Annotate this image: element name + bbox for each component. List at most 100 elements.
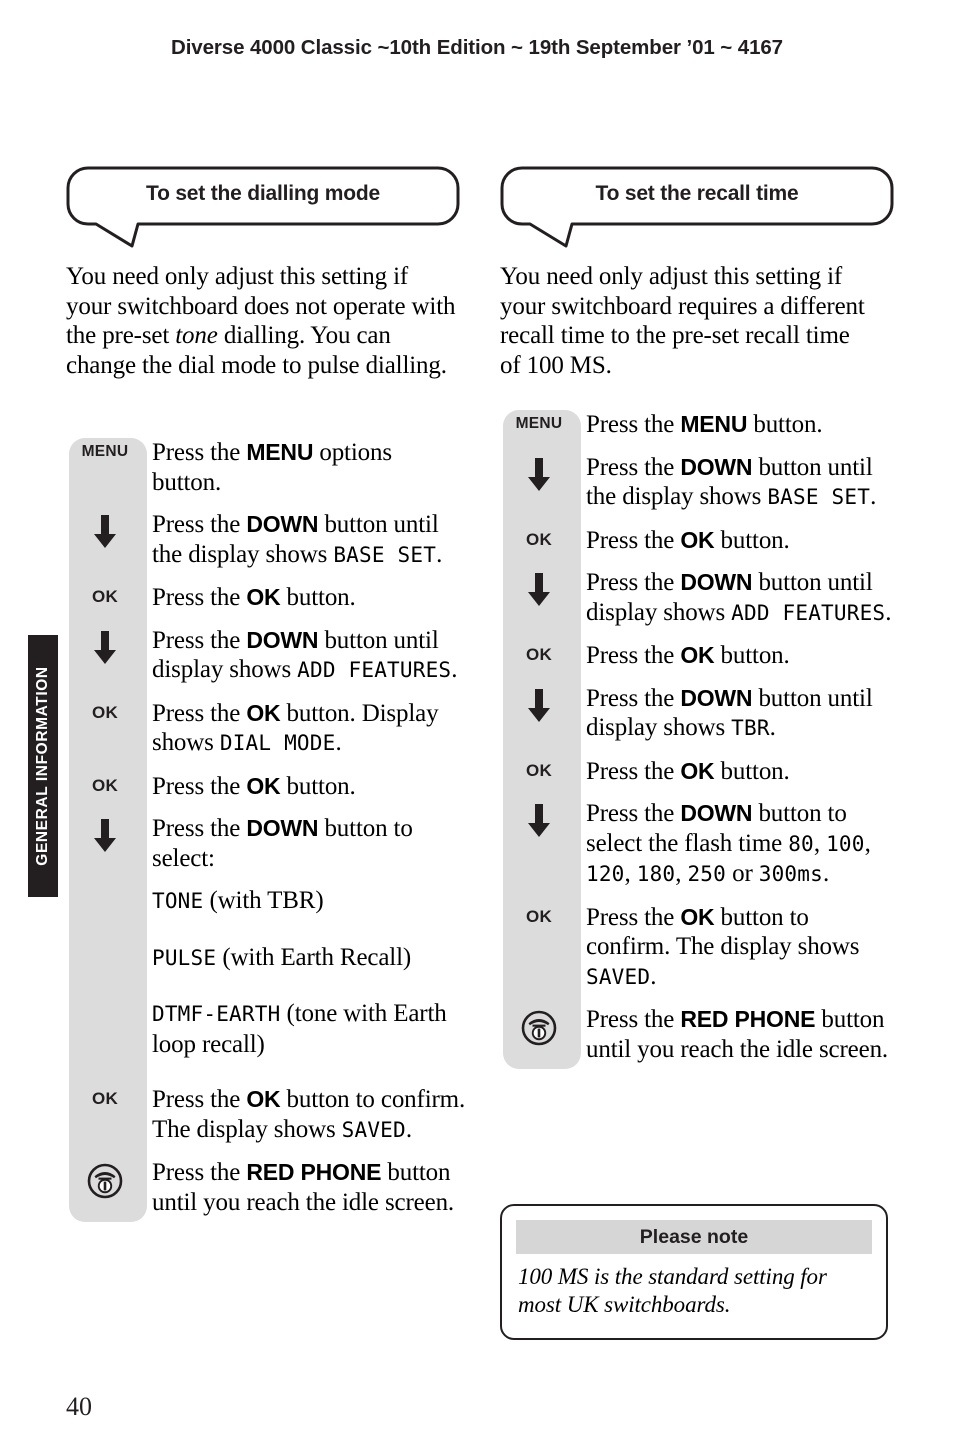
heading-bubble-label: To set the dialling mode — [146, 182, 380, 205]
instruction-step: OK Press the OK button to confirm. The di… — [66, 1085, 466, 1158]
button-name-emphasis: DOWN — [246, 815, 319, 841]
instruction-step: Press the DOWN button until the display … — [66, 510, 466, 583]
step-instruction-text: Press the DOWN button until display show… — [578, 568, 896, 641]
step-instruction-text: Press the DOWN button until display show… — [578, 684, 896, 757]
down-arrow-icon[interactable] — [526, 688, 552, 723]
instruction-step: Press the RED PHONE button until you rea… — [66, 1158, 466, 1230]
dial-mode-option: DTMF-EARTH (tone with Earth loop recall) — [152, 986, 466, 1072]
button-name-emphasis: OK — [680, 757, 715, 784]
step-text-run: or — [726, 860, 759, 887]
step-button-cell: OK — [500, 641, 578, 665]
button-name-emphasis: MENU — [246, 439, 314, 465]
instruction-step: Press the DOWN button until display show… — [66, 626, 466, 699]
instruction-step: OK Press the OK button. — [500, 526, 896, 569]
step-instruction-text: Press the OK button. — [578, 526, 896, 569]
ok-button-icon[interactable]: OK — [92, 1090, 118, 1109]
down-arrow-icon[interactable] — [526, 573, 552, 607]
heading-bubble-dialling-mode: To set the dialling mode — [66, 166, 460, 250]
heading-bubble-recall-time: To set the recall time — [500, 166, 894, 250]
step-text-run: button. — [747, 411, 823, 438]
down-arrow-icon[interactable] — [92, 819, 118, 853]
step-instruction-text: Press the MENU options button. — [144, 438, 466, 510]
button-name-emphasis: RED PHONE — [680, 1006, 816, 1032]
menu-button-icon-label: MENU — [81, 443, 129, 460]
instruction-step: Press the DOWN button until the display … — [500, 453, 896, 526]
button-name-emphasis: DOWN — [680, 684, 753, 711]
menu-button-icon[interactable]: MENU — [516, 415, 563, 433]
step-text-run: button. — [714, 526, 790, 554]
lcd-display-text: SAVED — [341, 1117, 406, 1142]
step-text-run: . — [885, 598, 892, 626]
intro-paragraph-left: You need only adjust this setting if you… — [66, 262, 458, 380]
ok-button-icon[interactable]: OK — [92, 588, 118, 607]
step-text-run: Press the — [586, 453, 681, 481]
step-text-run: Press the — [152, 772, 247, 800]
lcd-display-text: 180 — [636, 862, 676, 886]
step-button-cell — [500, 453, 578, 492]
step-button-cell: OK — [500, 526, 578, 550]
down-arrow-glyph — [528, 688, 550, 722]
step-button-cell: OK — [500, 757, 578, 781]
ok-button-icon[interactable]: OK — [92, 704, 118, 723]
instruction-step: Press the RED PHONE button until you rea… — [500, 1005, 896, 1077]
step-button-cell: OK — [66, 772, 144, 796]
step-list-recall-time: MENU Press the MENU button. Press the DOWN… — [500, 410, 896, 1077]
dial-mode-option: PULSE (with Earth Recall) — [152, 930, 466, 987]
button-name-emphasis: OK — [680, 642, 715, 668]
menu-button-icon-label: MENU — [515, 415, 563, 432]
ok-button-icon-label: OK — [525, 529, 553, 549]
red-phone-glyph — [87, 1163, 123, 1199]
ok-button-icon-label: OK — [91, 775, 119, 795]
step-instruction-text: Press the DOWN button to select: TONE (wi… — [144, 814, 466, 1085]
lcd-display-text: BASE SET — [333, 542, 437, 567]
ok-button-icon[interactable]: OK — [526, 646, 552, 665]
ok-button-icon[interactable]: OK — [526, 531, 552, 550]
red-phone-button-icon[interactable] — [521, 1010, 557, 1046]
step-text-run: Press the — [152, 626, 247, 654]
dial-mode-option-description: (with Earth Recall) — [216, 943, 412, 971]
step-button-cell: OK — [66, 1085, 144, 1109]
step-text-run: Press the — [152, 584, 247, 611]
step-instruction-text: Press the OK button. — [144, 772, 466, 815]
down-arrow-icon[interactable] — [526, 457, 552, 492]
step-text-run: . — [822, 860, 830, 887]
instruction-step: Press the DOWN button to select: TONE (wi… — [66, 814, 466, 1085]
down-arrow-icon[interactable] — [92, 630, 118, 665]
down-arrow-glyph — [528, 573, 550, 606]
instruction-step: OK Press the OK button. — [66, 772, 466, 815]
ok-button-icon[interactable]: OK — [526, 762, 552, 781]
instruction-step: Press the DOWN button until display show… — [500, 568, 896, 641]
ok-button-icon-label: OK — [525, 906, 553, 926]
lcd-display-text: BASE SET — [767, 485, 871, 509]
lcd-display-text: 250 — [687, 862, 726, 886]
down-arrow-glyph — [94, 819, 116, 852]
step-button-cell: MENU — [500, 410, 578, 433]
page-number: 40 — [66, 1392, 92, 1421]
step-instruction-text: Press the OK button. Display shows DIAL … — [144, 699, 466, 772]
down-arrow-icon[interactable] — [526, 804, 552, 838]
ok-button-icon[interactable]: OK — [526, 908, 552, 927]
step-instruction-text: Press the DOWN button to select the flas… — [578, 799, 896, 903]
ok-button-icon[interactable]: OK — [92, 777, 118, 796]
lcd-display-text: TBR — [731, 716, 770, 740]
please-note-title: Please note — [516, 1220, 872, 1254]
step-text-run: . — [405, 1115, 412, 1143]
down-arrow-icon[interactable] — [92, 515, 118, 549]
red-phone-button-icon[interactable] — [87, 1163, 123, 1199]
step-instruction-text: Press the DOWN button until display show… — [144, 626, 466, 699]
step-instruction-text: Press the MENU button. — [578, 410, 896, 453]
lcd-display-text: 300ms — [758, 862, 823, 886]
menu-button-icon[interactable]: MENU — [82, 443, 129, 461]
step-text-run: Press the — [152, 1086, 247, 1113]
intro-text-part1: You need only adjust this setting if you… — [500, 263, 865, 379]
heading-bubble-label: To set the recall time — [595, 182, 799, 205]
ok-button-icon-label: OK — [91, 702, 119, 722]
step-list-dialling-mode: MENU Press the MENU options button. Press … — [66, 438, 466, 1230]
button-name-emphasis: DOWN — [680, 569, 753, 595]
instruction-step: OK Press the OK button to confirm. The di… — [500, 903, 896, 1006]
step-instruction-text: Press the RED PHONE button until you rea… — [578, 1005, 896, 1077]
step-button-cell — [66, 510, 144, 549]
step-text-run: . — [769, 714, 776, 741]
step-button-cell: MENU — [66, 438, 144, 461]
button-name-emphasis: OK — [680, 903, 715, 930]
